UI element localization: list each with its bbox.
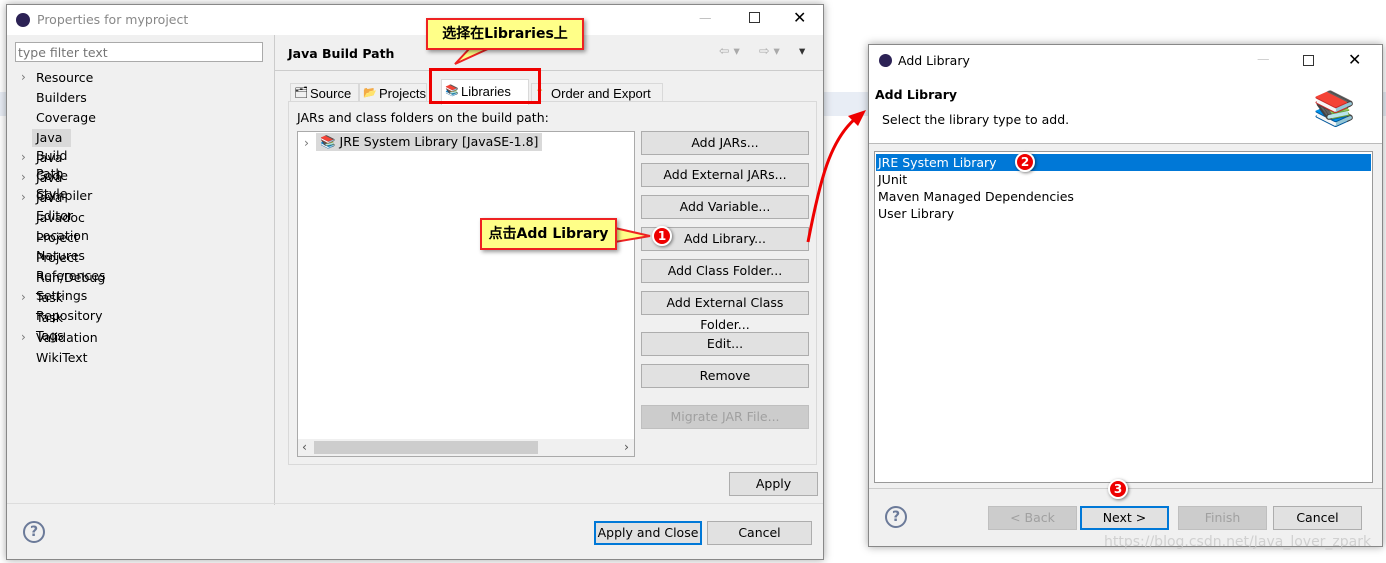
step-badge-3: 3 xyxy=(1108,479,1128,499)
callout-tail xyxy=(454,47,491,65)
callout-select-libraries: 选择在Libraries上 xyxy=(426,18,584,50)
step-badge-1: 1 xyxy=(652,226,672,246)
callout-tail xyxy=(614,226,651,244)
highlight-libraries-tab xyxy=(429,68,541,104)
annotation-arrows xyxy=(454,47,866,244)
watermark: https://blog.csdn.net/Java_lover_zpark xyxy=(1104,534,1372,550)
curved-arrow xyxy=(806,116,857,243)
step-badge-2: 2 xyxy=(1015,152,1035,172)
callout-add-library: 点击Add Library xyxy=(480,218,617,250)
